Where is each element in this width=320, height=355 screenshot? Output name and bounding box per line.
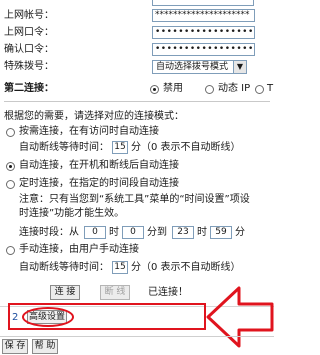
secondary-static-ip-label: T xyxy=(267,83,274,94)
time-from-minute-input[interactable]: 0 xyxy=(122,226,144,239)
scheduled-note-line2: 时连接”功能才能生效。 xyxy=(19,208,125,219)
secondary-dynamic-ip-label: 动态 IP xyxy=(218,83,251,94)
dial-mode-select[interactable]: 自动选择拨号模式 ▼ xyxy=(152,60,247,74)
time-sep-2: 分到 xyxy=(147,227,167,238)
manual-connect-label: 手动连接，由用户手动连接 xyxy=(19,244,139,255)
manual-idle-input[interactable]: 15 xyxy=(112,261,128,274)
help-button[interactable]: 帮 助 xyxy=(32,339,58,354)
section-divider xyxy=(4,101,270,102)
dial-mode-value: 自动选择拨号模式 xyxy=(156,62,229,72)
time-sep-1: 时 xyxy=(109,227,119,238)
confirm-password-label: 确认口令： xyxy=(4,44,54,55)
connection-status: 已连接！ xyxy=(148,287,188,298)
on-demand-radio[interactable] xyxy=(6,128,15,137)
on-demand-idle-input[interactable]: 15 xyxy=(112,141,128,154)
time-to-hour-input[interactable]: 23 xyxy=(172,226,194,239)
account-input[interactable]: ********************* xyxy=(152,9,255,22)
password-input[interactable]: ••••••••••••••••• xyxy=(152,26,255,39)
chevron-down-icon: ▼ xyxy=(233,61,246,73)
auto-connect-label: 自动连接，在开机和断线后自动连接 xyxy=(19,160,179,171)
advanced-button-ellipse xyxy=(22,307,74,327)
time-from-hour-input[interactable]: 0 xyxy=(84,226,106,239)
top-field-partial xyxy=(152,0,254,6)
connect-mode-intro: 根据您的需要，请选择对应的连接模式： xyxy=(4,111,184,122)
advanced-step-number: 2 xyxy=(12,312,19,323)
footer-rule xyxy=(0,336,274,337)
on-demand-idle-suffix: 分（0 表示不自动断线） xyxy=(131,142,241,153)
password-label: 上网口令： xyxy=(4,27,54,38)
scheduled-note-line1: 注意：只有当您到“系统工具”菜单的“时间设置”项设 xyxy=(19,194,250,205)
save-button[interactable]: 保 存 xyxy=(2,339,28,354)
time-sep-4: 分 xyxy=(235,227,245,238)
secondary-disabled-radio[interactable] xyxy=(150,85,159,94)
scheduled-connect-label: 定时连接，在指定的时间段自动连接 xyxy=(19,178,179,189)
secondary-disabled-label: 禁用 xyxy=(163,83,183,94)
auto-connect-radio[interactable] xyxy=(6,162,15,171)
manual-idle-suffix: 分（0 表示不自动断线） xyxy=(131,262,241,273)
time-to-minute-input[interactable]: 59 xyxy=(210,226,232,239)
scheduled-connect-radio[interactable] xyxy=(6,180,15,189)
manual-connect-radio[interactable] xyxy=(6,246,15,255)
secondary-dynamic-ip-radio[interactable] xyxy=(205,85,214,94)
connect-button[interactable]: 连 接 xyxy=(50,285,80,300)
secondary-static-ip-radio[interactable] xyxy=(255,85,264,94)
confirm-password-input[interactable]: ••••••••••••••••• xyxy=(152,43,255,56)
secondary-connection-label: 第二连接： xyxy=(4,83,54,94)
dial-mode-label: 特殊拨号： xyxy=(4,61,54,72)
disconnect-button[interactable]: 断 线 xyxy=(100,285,130,300)
on-demand-idle-prefix: 自动断线等待时间： xyxy=(19,142,109,153)
account-label: 上网帐号： xyxy=(4,10,54,21)
time-sep-3: 时 xyxy=(197,227,207,238)
red-arrow-annotation xyxy=(206,286,274,348)
time-range-prefix: 连接时段：从 xyxy=(19,227,79,238)
on-demand-label: 按需连接，在有访问时自动连接 xyxy=(19,126,159,137)
manual-idle-prefix: 自动断线等待时间： xyxy=(19,262,109,273)
